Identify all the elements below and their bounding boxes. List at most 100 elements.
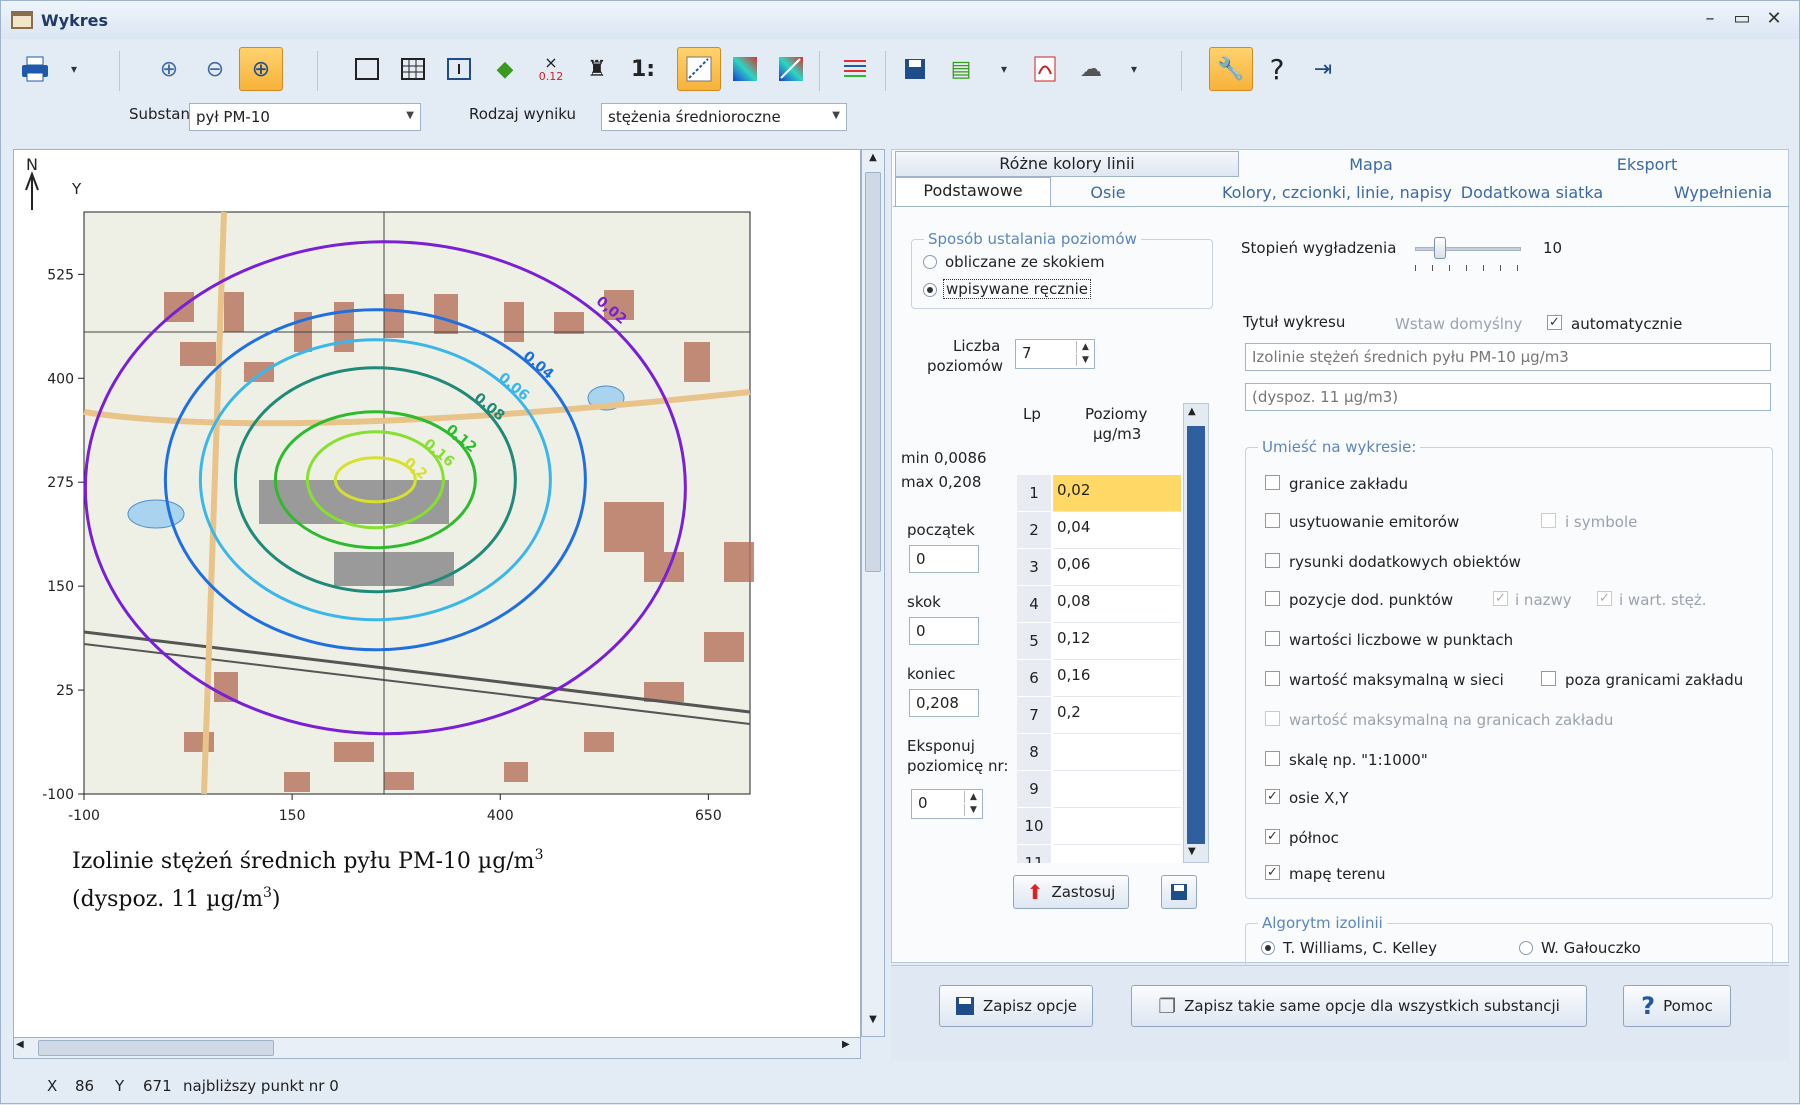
move-button[interactable]: ◆	[483, 47, 527, 91]
wart-checkbox[interactable]: ✓	[1597, 591, 1612, 606]
subtitle-input[interactable]: (dyspoz. 11 µg/m3)	[1245, 383, 1771, 411]
tab-podstawowe[interactable]: Podstawowe	[895, 177, 1051, 207]
table-row[interactable]: 3 0,06	[1017, 549, 1181, 586]
granice-checkbox[interactable]	[1265, 475, 1280, 490]
scroll-down-icon[interactable]: ▼	[864, 1014, 882, 1032]
settings-button[interactable]: 🔧	[1209, 47, 1253, 91]
skale-checkbox[interactable]	[1265, 751, 1280, 766]
tab-osie[interactable]: Osie	[1071, 183, 1145, 202]
contour-chart[interactable]: 0,020,040,060,080,120,160,2-100 150 400 650…	[14, 150, 861, 1059]
tab-wypelnienia[interactable]: Wypełnienia	[1653, 183, 1793, 202]
frame-button[interactable]	[345, 47, 389, 91]
title-input[interactable]: Izolinie stężeń średnich pyłu PM-10 µg/m…	[1245, 343, 1771, 371]
pomoc-button[interactable]: ? Pomoc	[1623, 985, 1731, 1027]
spin-down-icon[interactable]: ▼	[1076, 354, 1094, 366]
emitory-checkbox[interactable]	[1265, 513, 1280, 528]
legend-button[interactable]	[833, 47, 877, 91]
poza-checkbox[interactable]	[1541, 671, 1556, 686]
radio-wpisywane[interactable]	[923, 283, 937, 297]
wstaw-domyslny-button[interactable]: Wstaw domyślny	[1395, 315, 1522, 333]
tab-kolory[interactable]: Kolory, czcionki, linie, napisy	[1187, 183, 1487, 202]
lines-button[interactable]	[677, 47, 721, 91]
minimize-button[interactable]: –	[1697, 9, 1723, 31]
table-row[interactable]: 6 0,16	[1017, 660, 1181, 697]
print-dropdown[interactable]: ▾	[63, 47, 85, 91]
zapisz-wszystkie-button[interactable]: ❐ Zapisz takie same opcje dla wszystkich…	[1131, 985, 1587, 1027]
save-levels-button[interactable]	[1161, 875, 1197, 909]
level-value-cell[interactable]: 0,06	[1053, 549, 1181, 586]
table-row[interactable]: 10	[1017, 808, 1181, 845]
zoom-out-button[interactable]: ⊖	[193, 47, 237, 91]
tab-dodatkowa-siatka[interactable]: Dodatkowa siatka	[1457, 183, 1607, 202]
level-value-cell[interactable]	[1053, 771, 1181, 808]
skok-input[interactable]: 0	[909, 617, 979, 645]
zapisz-opcje-button[interactable]: Zapisz opcje	[939, 985, 1093, 1027]
substancja-select[interactable]: pył PM-10 ▼	[189, 103, 421, 131]
scroll-down-icon[interactable]: ▼	[1188, 846, 1196, 857]
tab-rozne-kolory[interactable]: Różne kolory linii	[895, 151, 1239, 177]
exit-button[interactable]: ⇥	[1301, 47, 1345, 91]
tab-eksport[interactable]: Eksport	[1587, 155, 1707, 174]
max-granice-checkbox[interactable]	[1265, 711, 1280, 726]
table-row[interactable]: 8	[1017, 734, 1181, 771]
symbole-checkbox[interactable]	[1541, 513, 1556, 528]
emitters-button[interactable]: ♜	[575, 47, 619, 91]
level-value-cell[interactable]: 0,2	[1053, 697, 1181, 734]
export-button[interactable]: ☁	[1069, 47, 1113, 91]
table-row[interactable]: 4 0,08	[1017, 586, 1181, 623]
table-scroll-thumb[interactable]	[1187, 426, 1205, 844]
osie-checkbox[interactable]: ✓	[1265, 789, 1280, 804]
table-row[interactable]: 1 0,02	[1017, 475, 1181, 512]
slider-thumb[interactable]	[1433, 237, 1446, 259]
maximize-button[interactable]: ▭	[1729, 9, 1755, 31]
zoom-in-button[interactable]: ⊕	[147, 47, 191, 91]
grid-button[interactable]	[391, 47, 435, 91]
gradient-lines-button[interactable]	[769, 47, 813, 91]
table-row[interactable]: 2 0,04	[1017, 512, 1181, 549]
spin-up-icon[interactable]: ▲	[1076, 341, 1094, 353]
rodzaj-select[interactable]: stężenia średnioroczne ▼	[601, 103, 847, 131]
table-scrollbar[interactable]: ▲ ▼	[1183, 403, 1209, 863]
info-button[interactable]	[437, 47, 481, 91]
level-value-cell[interactable]: 0,12	[1053, 623, 1181, 660]
save-button[interactable]	[893, 47, 937, 91]
spin-up-icon[interactable]: ▲	[964, 791, 982, 803]
nazwy-checkbox[interactable]: ✓	[1493, 591, 1508, 606]
scroll-right-icon[interactable]: ▶	[842, 1039, 860, 1050]
pdf-button[interactable]	[1023, 47, 1067, 91]
level-value-cell[interactable]	[1053, 808, 1181, 845]
liczba-poziomow-input[interactable]: 7 ▲ ▼	[1015, 339, 1095, 369]
copy-button[interactable]: ▤	[939, 47, 983, 91]
level-value-cell[interactable]: 0,16	[1053, 660, 1181, 697]
scroll-left-icon[interactable]: ◀	[16, 1039, 34, 1050]
level-value-cell[interactable]	[1053, 845, 1181, 863]
close-button[interactable]: ✕	[1761, 9, 1787, 31]
zastosuj-button[interactable]: ⬆ Zastosuj	[1013, 875, 1129, 909]
gradient-button[interactable]	[723, 47, 767, 91]
help-button[interactable]: ?	[1255, 47, 1299, 91]
table-row[interactable]: 9	[1017, 771, 1181, 808]
table-row[interactable]: 5 0,12	[1017, 623, 1181, 660]
levels-table[interactable]: 1 0,02 2 0,04 3 0,06 4 0,08 5 0,12 6 0,16 7 0,2 8 9 10 11	[1017, 475, 1181, 863]
eksponuj-input[interactable]: 0 ▲ ▼	[911, 789, 983, 819]
values-button[interactable]: × 0.12	[529, 47, 573, 91]
export-dropdown[interactable]: ▾	[1123, 47, 1145, 91]
poczatek-input[interactable]: 0	[909, 545, 979, 573]
radio-obliczane[interactable]	[923, 255, 937, 269]
print-button[interactable]	[13, 47, 57, 91]
level-value-cell[interactable]: 0,08	[1053, 586, 1181, 623]
scroll-up-icon[interactable]: ▲	[1188, 406, 1196, 417]
chart-vertical-scrollbar[interactable]: ▲ ▼	[861, 149, 885, 1037]
hscroll-thumb[interactable]	[38, 1040, 274, 1056]
automatycznie-checkbox[interactable]: ✓	[1547, 315, 1562, 330]
mapa-checkbox[interactable]: ✓	[1265, 865, 1280, 880]
level-value-cell[interactable]: 0,02	[1053, 475, 1181, 512]
spin-down-icon[interactable]: ▼	[964, 804, 982, 816]
table-row[interactable]: 11	[1017, 845, 1181, 863]
radio-williams[interactable]	[1261, 941, 1275, 955]
max-siec-checkbox[interactable]	[1265, 671, 1280, 686]
koniec-input[interactable]: 0,208	[909, 689, 979, 717]
level-value-cell[interactable]: 0,04	[1053, 512, 1181, 549]
table-row[interactable]: 7 0,2	[1017, 697, 1181, 734]
zoom-fit-button[interactable]: ⊕	[239, 47, 283, 91]
